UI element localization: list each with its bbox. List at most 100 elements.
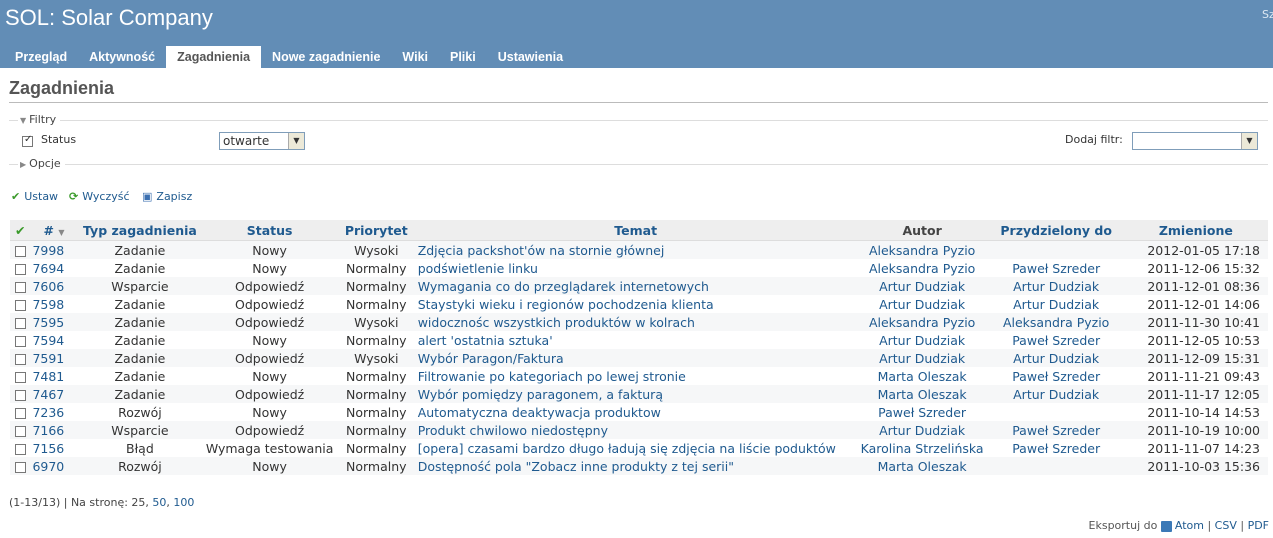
column-header-status[interactable]: Status — [202, 220, 337, 241]
issue-id-link[interactable]: 7467 — [32, 387, 64, 402]
tab-wiki[interactable]: Wiki — [391, 46, 439, 68]
issue-author-link[interactable]: Artur Dudziak — [879, 297, 965, 312]
clear-button[interactable]: ⟳ Wyczyść — [69, 190, 130, 203]
issue-author-link[interactable]: Marta Oleszak — [878, 387, 967, 402]
row-checkbox[interactable] — [10, 421, 31, 439]
issue-assignee-link[interactable]: Paweł Szreder — [1012, 261, 1100, 276]
issue-id-link[interactable]: 7591 — [32, 351, 64, 366]
row-checkbox[interactable] — [10, 367, 31, 385]
issue-id-link[interactable]: 7595 — [32, 315, 64, 330]
row-checkbox[interactable] — [10, 457, 31, 475]
issue-assignee-link[interactable]: Aleksandra Pyzio — [1003, 315, 1109, 330]
export-csv-link[interactable]: CSV — [1215, 519, 1237, 532]
tab-zagadnienia[interactable]: Zagadnienia — [166, 46, 262, 68]
issue-id-link[interactable]: 7694 — [32, 261, 64, 276]
issue-id-link[interactable]: 7998 — [32, 243, 64, 258]
save-button[interactable]: ▣ Zapisz — [142, 190, 192, 203]
row-checkbox[interactable] — [10, 403, 31, 421]
export-atom-link[interactable]: Atom — [1175, 519, 1204, 532]
per-page-50-link[interactable]: 50 — [152, 496, 166, 509]
issue-assignee-link[interactable]: Artur Dudziak — [1013, 279, 1099, 294]
row-checkbox-box[interactable] — [14, 425, 26, 437]
issue-id-link[interactable]: 7606 — [32, 279, 64, 294]
export-pdf-link[interactable]: PDF — [1248, 519, 1269, 532]
issue-author-link[interactable]: Artur Dudziak — [879, 423, 965, 438]
apply-button[interactable]: ✔ Ustaw — [11, 190, 58, 203]
options-legend[interactable]: ▶ Opcje — [18, 157, 65, 170]
table-row[interactable]: 7236 Rozwój Nowy Normalny Automatyczna deakt… — [10, 403, 1268, 421]
row-checkbox[interactable] — [10, 439, 31, 457]
issue-subject-link[interactable]: Automatyczna deaktywacja produktow — [418, 405, 661, 420]
row-checkbox[interactable] — [10, 349, 31, 367]
tab-nowe-zagadnienie[interactable]: Nowe zagadnienie — [261, 46, 391, 68]
issue-subject-link[interactable]: Wybór Paragon/Faktura — [418, 351, 564, 366]
issue-author-link[interactable]: Aleksandra Pyzio — [869, 261, 975, 276]
add-filter-select[interactable]: ▼ — [1132, 132, 1258, 150]
table-row[interactable]: 7595 Zadanie Odpowiedź Wysoki widocznośc wsz… — [10, 313, 1268, 331]
tab-pliki[interactable]: Pliki — [439, 46, 487, 68]
row-checkbox-box[interactable] — [14, 371, 26, 383]
column-header-updated[interactable]: Zmienione — [1123, 220, 1268, 241]
table-row[interactable]: 7598 Zadanie Odpowiedź Normalny Staystyki wi… — [10, 295, 1268, 313]
row-checkbox[interactable] — [10, 385, 31, 403]
issue-author-link[interactable]: Paweł Szreder — [878, 405, 966, 420]
row-checkbox-box[interactable] — [14, 389, 26, 401]
issue-subject-link[interactable]: [opera] czasami bardzo długo ładują się … — [418, 441, 836, 456]
issue-author-link[interactable]: Artur Dudziak — [879, 279, 965, 294]
issue-subject-link[interactable]: Wybór pomiędzy paragonem, a fakturą — [418, 387, 663, 402]
table-row[interactable]: 7467 Zadanie Odpowiedź Normalny Wybór pomięd… — [10, 385, 1268, 403]
issue-assignee-link[interactable]: Artur Dudziak — [1013, 297, 1099, 312]
row-checkbox-box[interactable] — [14, 407, 26, 419]
row-checkbox-box[interactable] — [14, 335, 26, 347]
issue-assignee-link[interactable]: Paweł Szreder — [1012, 369, 1100, 384]
status-operator-select[interactable]: otwarte ▼ — [219, 132, 305, 150]
table-row[interactable]: 7156 Błąd Wymaga testowania Normalny [opera]… — [10, 439, 1268, 457]
issue-id-link[interactable]: 7166 — [32, 423, 64, 438]
tab-aktywność[interactable]: Aktywność — [78, 46, 166, 68]
column-header-type[interactable]: Typ zagadnienia — [77, 220, 203, 241]
toggle-all-checkbox[interactable]: ✔ — [10, 220, 31, 241]
issue-subject-link[interactable]: widocznośc wszystkich produktów w kolrac… — [418, 315, 695, 330]
issue-id-link[interactable]: 7156 — [32, 441, 64, 456]
row-checkbox-box[interactable] — [14, 317, 26, 329]
table-row[interactable]: 6970 Rozwój Nowy Normalny Dostępność pola "Z… — [10, 457, 1268, 475]
row-checkbox-box[interactable] — [14, 281, 26, 293]
row-checkbox[interactable] — [10, 331, 31, 349]
issue-subject-link[interactable]: Dostępność pola "Zobacz inne produkty z … — [418, 459, 734, 474]
issue-subject-link[interactable]: Produkt chwilowo niedostępny — [418, 423, 608, 438]
issue-subject-link[interactable]: Staystyki wieku i regionów pochodzenia k… — [418, 297, 714, 312]
row-checkbox[interactable] — [10, 240, 31, 259]
issue-assignee-link[interactable]: Paweł Szreder — [1012, 423, 1100, 438]
issue-subject-link[interactable]: Zdjęcia packshot'ów na stornie głównej — [418, 243, 665, 258]
table-row[interactable]: 7481 Zadanie Nowy Normalny Filtrowanie po ka… — [10, 367, 1268, 385]
issue-assignee-link[interactable]: Paweł Szreder — [1012, 333, 1100, 348]
per-page-100-link[interactable]: 100 — [173, 496, 194, 509]
column-header-assignee[interactable]: Przydzielony do — [988, 220, 1124, 241]
issue-author-link[interactable]: Artur Dudziak — [879, 333, 965, 348]
issue-assignee-link[interactable]: Paweł Szreder — [1012, 441, 1100, 456]
issue-subject-link[interactable]: Filtrowanie po kategoriach po lewej stro… — [418, 369, 686, 384]
column-header-id[interactable]: # ▼ — [30, 220, 78, 241]
issue-author-link[interactable]: Marta Oleszak — [878, 459, 967, 474]
column-header-priority[interactable]: Priorytet — [336, 220, 416, 241]
row-checkbox-box[interactable] — [14, 353, 26, 365]
table-row[interactable]: 7594 Zadanie Nowy Normalny alert 'ostatnia s… — [10, 331, 1268, 349]
column-header-subject[interactable]: Temat — [415, 220, 856, 241]
issue-id-link[interactable]: 7598 — [32, 297, 64, 312]
issue-assignee-link[interactable]: Artur Dudziak — [1013, 351, 1099, 366]
filters-legend[interactable]: ▼ Filtry — [18, 113, 61, 126]
status-filter-checkbox[interactable] — [22, 134, 33, 147]
tab-ustawienia[interactable]: Ustawienia — [487, 46, 574, 68]
row-checkbox[interactable] — [10, 277, 31, 295]
issue-author-link[interactable]: Aleksandra Pyzio — [869, 243, 975, 258]
row-checkbox-box[interactable] — [14, 299, 26, 311]
issue-author-link[interactable]: Artur Dudziak — [879, 351, 965, 366]
row-checkbox-box[interactable] — [14, 245, 26, 257]
issue-author-link[interactable]: Marta Oleszak — [878, 369, 967, 384]
row-checkbox[interactable] — [10, 295, 31, 313]
issue-subject-link[interactable]: podświetlenie linku — [418, 261, 538, 276]
table-row[interactable]: 7694 Zadanie Nowy Normalny podświetlenie lin… — [10, 259, 1268, 277]
table-row[interactable]: 7606 Wsparcie Odpowiedź Normalny Wymagania c… — [10, 277, 1268, 295]
issue-id-link[interactable]: 7236 — [32, 405, 64, 420]
issue-subject-link[interactable]: Wymagania co do przeglądarek internetowy… — [418, 279, 709, 294]
